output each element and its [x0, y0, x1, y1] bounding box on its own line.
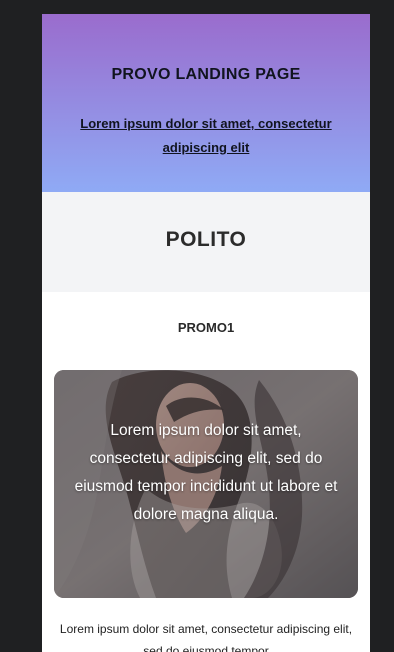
device-frame: PROVO LANDING PAGE Lorem ipsum dolor sit…: [0, 0, 394, 652]
promo-card[interactable]: Lorem ipsum dolor sit amet, consectetur …: [54, 370, 358, 598]
promo-overlay-text: Lorem ipsum dolor sit amet, consectetur …: [74, 422, 338, 523]
hero-link[interactable]: Lorem ipsum dolor sit amet, consectetur …: [72, 112, 340, 160]
promo-title: PROMO1: [177, 320, 235, 335]
body-text: Lorem ipsum dolor sit amet, consectetur …: [59, 622, 353, 652]
brand-title: POLITO: [165, 228, 247, 251]
page-title: PROVO LANDING PAGE: [111, 66, 301, 83]
hero-section: PROVO LANDING PAGE Lorem ipsum dolor sit…: [42, 14, 370, 192]
brand-band: POLITO: [42, 192, 370, 292]
mobile-viewport[interactable]: PROVO LANDING PAGE Lorem ipsum dolor sit…: [42, 14, 370, 652]
